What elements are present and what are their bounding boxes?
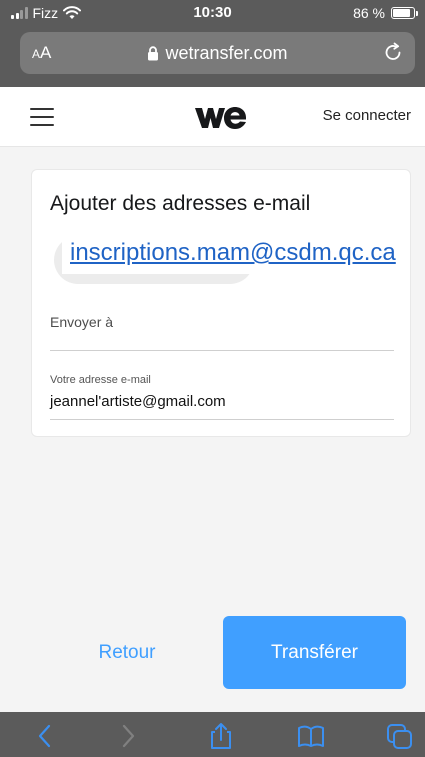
battery-fill (393, 9, 411, 17)
login-button[interactable]: Se connecter (323, 107, 411, 124)
send-to-field[interactable]: Envoyer à (50, 300, 394, 351)
wetransfer-logo[interactable] (194, 104, 248, 130)
transfer-button[interactable]: Transférer (223, 616, 406, 689)
battery-icon (391, 7, 418, 19)
your-email-field[interactable]: Votre adresse e-mail jeannel'artiste@gma… (50, 368, 394, 420)
tabs-icon[interactable] (385, 722, 415, 750)
lock-icon (148, 46, 159, 61)
card-title: Ajouter des adresses e-mail (50, 192, 311, 215)
share-icon[interactable] (206, 722, 236, 750)
back-arrow-icon[interactable] (30, 722, 60, 750)
url-text: wetransfer.com (165, 43, 288, 63)
email-transfer-card: Ajouter des adresses e-mail inscriptions… (31, 169, 411, 437)
url-display[interactable]: wetransfer.com (20, 43, 415, 64)
recipient-email-link[interactable]: inscriptions.mam@csdm.qc.ca (62, 236, 404, 274)
browser-bottom-toolbar (0, 712, 425, 757)
bookmarks-icon[interactable] (296, 722, 326, 750)
address-bar[interactable]: AA wetransfer.com (20, 32, 415, 74)
browser-top-bar: Fizz 10:30 86 % AA wetransfer.com (0, 0, 425, 87)
back-button[interactable]: Retour (72, 625, 182, 681)
status-right: 86 % (353, 5, 418, 21)
send-to-label: Envoyer à (50, 314, 114, 330)
your-email-value[interactable]: jeannel'artiste@gmail.com (50, 393, 226, 410)
status-bar: Fizz 10:30 86 % (0, 0, 425, 28)
forward-arrow-icon[interactable] (113, 722, 143, 750)
menu-icon[interactable] (30, 108, 54, 126)
your-email-label: Votre adresse e-mail (50, 374, 151, 386)
site-header: Se connecter (0, 87, 425, 147)
battery-percentage: 86 % (353, 5, 385, 21)
reload-icon[interactable] (381, 40, 405, 64)
